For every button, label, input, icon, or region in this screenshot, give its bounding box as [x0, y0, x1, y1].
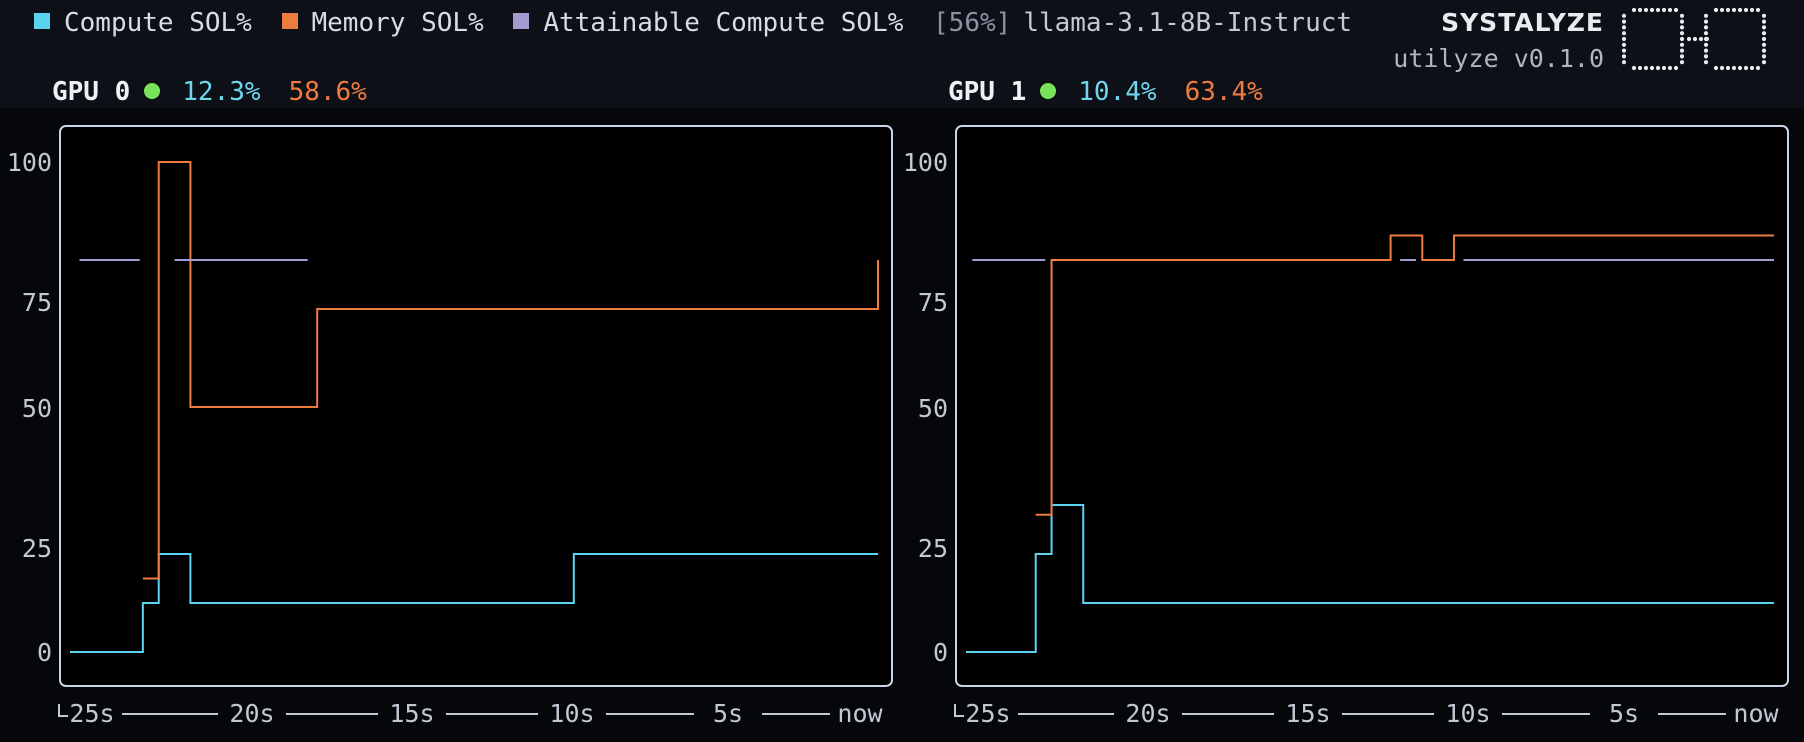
- x-tick-label: 20s: [1125, 699, 1170, 728]
- x-tick-label: 10s: [1445, 699, 1490, 728]
- x-tick-label: 15s: [389, 699, 434, 728]
- x-axis-corner: [58, 704, 68, 717]
- x-axis: 25s 20s 15s 10s 5s now: [954, 699, 1780, 728]
- y-tick-label: 75: [22, 288, 52, 317]
- x-tick-label: 15s: [1285, 699, 1330, 728]
- x-tick-label: 20s: [229, 699, 274, 728]
- gpu-0-chart: 100 75 50 25 0 25s 20s 15s 10s 5s now: [7, 125, 893, 728]
- y-tick-label: 0: [37, 638, 52, 667]
- x-axis-corner: [954, 704, 964, 717]
- x-tick-label: now: [1733, 699, 1779, 728]
- gpu-charts: 100 75 50 25 0 25s 20s 15s 10s 5s now 100 75 50 25 0 25s…: [7, 125, 1789, 728]
- y-tick-label: 25: [918, 534, 948, 563]
- y-tick-label: 0: [933, 638, 948, 667]
- x-tick-label: 25s: [965, 699, 1010, 728]
- x-tick-label: 25s: [69, 699, 114, 728]
- x-tick-label: now: [837, 699, 883, 728]
- y-tick-label: 100: [7, 148, 52, 177]
- gpu-1-chart: 100 75 50 25 0 25s 20s 15s 10s 5s now: [903, 125, 1789, 728]
- y-tick-label: 100: [903, 148, 948, 177]
- x-tick-label: 10s: [549, 699, 594, 728]
- x-tick-label: 5s: [713, 699, 743, 728]
- y-tick-label: 75: [918, 288, 948, 317]
- utilyze-dashboard: Compute SOL% Memory SOL% Attainable Comp…: [0, 0, 1804, 742]
- y-tick-label: 50: [918, 394, 948, 423]
- x-tick-label: 5s: [1609, 699, 1639, 728]
- y-tick-label: 50: [22, 394, 52, 423]
- x-axis: 25s 20s 15s 10s 5s now: [58, 699, 884, 728]
- y-tick-label: 25: [22, 534, 52, 563]
